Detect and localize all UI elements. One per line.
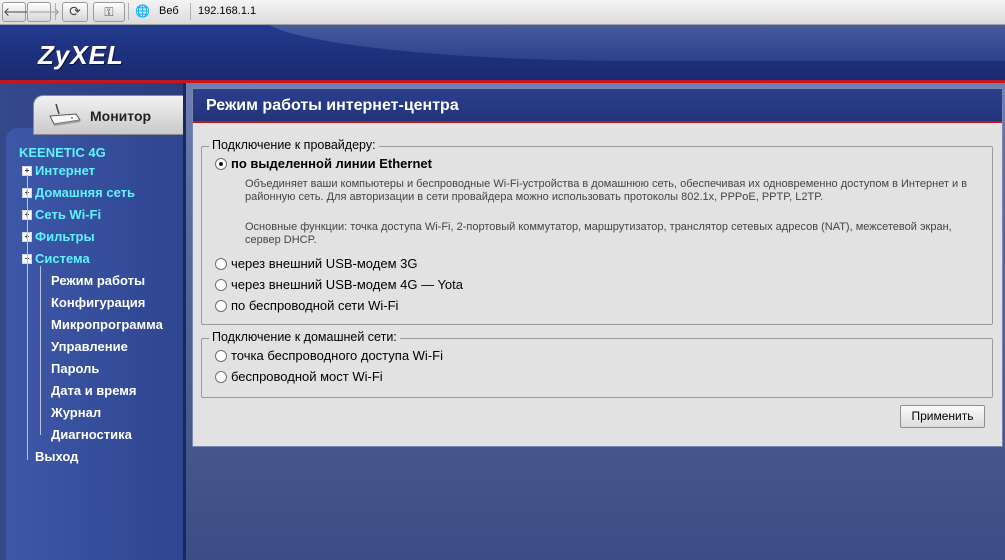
sidebar-item-firmware[interactable]: Микропрограмма [51,317,163,332]
ethernet-features: Основные функции: точка доступа Wi-Fi, 2… [245,221,952,246]
sidebar-item-management[interactable]: Управление [51,339,128,354]
sidebar-item-log[interactable]: Журнал [51,405,101,420]
sidebar-item-configuration[interactable]: Конфигурация [51,295,145,310]
option-label: точка беспроводного доступа Wi-Fi [231,348,443,363]
radio-wireless-wifi[interactable] [215,300,227,312]
page-header: ZyXEL [0,25,1005,81]
browser-toolbar: 🡐 🡒 ⟳ ⚿ 🌐 Веб 192.168.1.1 [0,0,1005,25]
ethernet-description: Объединяет ваши компьютеры и беспроводны… [245,178,968,203]
sidebar-item-operating-mode[interactable]: Режим работы [51,273,145,288]
home-group-legend: Подключение к домашней сети: [209,330,400,344]
router-icon [46,102,82,132]
header-decoration [260,25,1005,61]
sidebar: Монитор KEENETIC 4G +Интернет +Домашняя … [0,83,186,560]
option-label: по беспроводной сети Wi-Fi [231,298,399,313]
radio-usb-3g[interactable] [215,258,227,270]
sidebar-item-filters[interactable]: +Фильтры [22,229,95,244]
sidebar-item-label: Фильтры [35,229,95,244]
home-network-group [201,338,993,398]
sidebar-item-label: Интернет [35,163,96,178]
sidebar-item-label: Сеть Wi-Fi [35,207,102,222]
provider-group-legend: Подключение к провайдеру: [209,138,379,152]
sidebar-item-internet[interactable]: + Интернет [22,163,95,178]
radio-access-point[interactable] [215,350,227,362]
forward-arrow-icon[interactable]: 🡒 [27,2,60,22]
globe-icon: 🌐 [135,4,150,18]
radio-usb-4g[interactable] [215,279,227,291]
sidebar-item-label: Домашняя сеть [35,185,135,200]
address-field[interactable]: 192.168.1.1 [198,5,256,17]
toolbar-divider [55,3,56,20]
back-arrow-icon[interactable]: 🡐 [2,2,35,22]
toolbar-divider [128,3,129,20]
tab-monitor-label: Монитор [90,108,152,124]
zone-label: Веб [159,5,179,17]
sidebar-item-wifi[interactable]: +Сеть Wi-Fi [22,207,101,222]
tab-monitor[interactable]: Монитор [33,95,186,135]
option-label: через внешний USB-модем 4G — Yota [231,277,463,292]
option-label: через внешний USB-модем 3G [231,256,418,271]
apply-button[interactable]: Применить [900,405,985,428]
device-name: KEENETIC 4G [19,145,106,160]
panel-header: Режим работы интернет-центра [193,89,1002,123]
tree-line [27,175,28,460]
sidebar-item-date-time[interactable]: Дата и время [51,383,137,398]
toolbar-divider [190,3,191,20]
sidebar-item-label: Система [35,251,90,266]
sidebar-item-password[interactable]: Пароль [51,361,99,376]
sidebar-item-system[interactable]: −Система [22,251,90,266]
radio-wireless-bridge[interactable] [215,371,227,383]
radio-ethernet[interactable] [215,158,227,170]
option-label: по выделенной линии Ethernet [231,156,432,171]
zyxel-logo: ZyXEL [38,40,124,70]
sidebar-item-exit[interactable]: Выход [35,449,78,464]
key-icon[interactable]: ⚿ [93,2,125,22]
sidebar-item-diagnostics[interactable]: Диагностика [51,427,132,442]
reload-icon[interactable]: ⟳ [62,2,88,22]
page-title: Режим работы интернет-центра [206,97,459,114]
option-label: беспроводной мост Wi-Fi [231,369,383,384]
sidebar-item-home-network[interactable]: +Домашняя сеть [22,185,135,200]
tree-line [40,266,41,435]
